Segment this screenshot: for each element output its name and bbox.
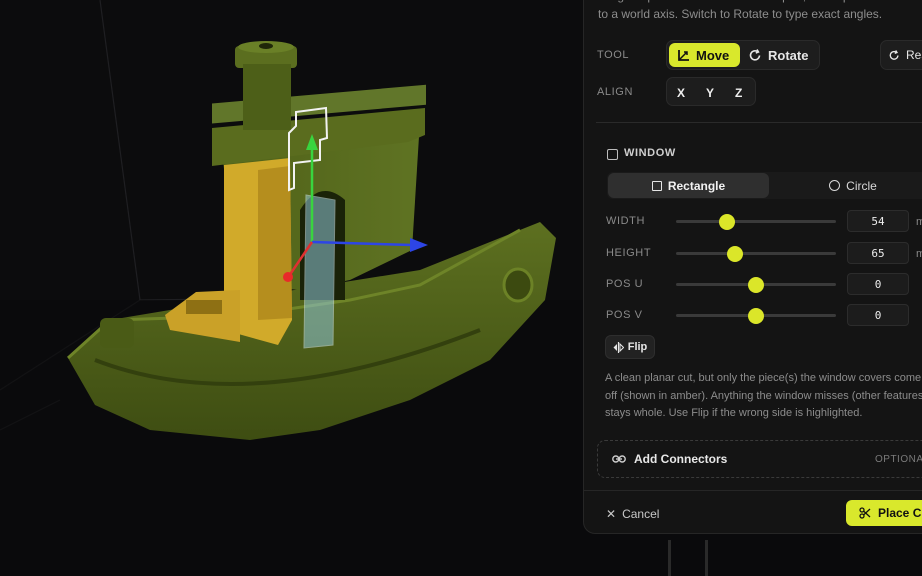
pos-v-label: POS V xyxy=(606,309,643,321)
circle-label: Circle xyxy=(846,178,877,193)
rectangle-shape-button[interactable]: Rectangle xyxy=(608,173,769,198)
cancel-label: Cancel xyxy=(622,507,660,521)
height-label: HEIGHT xyxy=(606,247,652,259)
add-connectors-label: Add Connectors xyxy=(634,452,728,466)
align-label: ALIGN xyxy=(597,86,634,98)
shape-toggle-group: Rectangle Circle xyxy=(607,172,922,199)
pos-u-label: POS U xyxy=(606,278,644,290)
width-slider-thumb[interactable] xyxy=(719,214,736,230)
move-icon xyxy=(677,49,690,62)
move-label: Move xyxy=(696,47,730,63)
scissors-icon xyxy=(859,507,871,519)
align-x-button[interactable]: X xyxy=(677,86,685,100)
window-checkbox[interactable] xyxy=(607,149,618,160)
flip-button[interactable]: Flip xyxy=(605,335,655,359)
pos-u-slider[interactable] xyxy=(676,277,836,293)
rotate-label: Rotate xyxy=(768,47,809,63)
panel-dock-handle xyxy=(668,540,708,576)
reset-button[interactable]: Reset xyxy=(880,40,922,70)
align-y-button[interactable]: Y xyxy=(706,86,714,100)
height-slider[interactable] xyxy=(676,246,836,262)
height-input[interactable]: 65 xyxy=(847,242,909,264)
pos-v-slider-thumb[interactable] xyxy=(748,308,764,324)
flip-label: Flip xyxy=(627,341,648,353)
move-button[interactable]: Move xyxy=(669,43,740,67)
align-axis-group: X Y Z xyxy=(666,77,756,106)
pos-v-slider[interactable] xyxy=(676,308,836,324)
circle-shape-button[interactable]: Circle xyxy=(773,173,922,198)
link-icon xyxy=(612,453,626,465)
width-label: WIDTH xyxy=(606,215,646,227)
close-icon: ✕ xyxy=(606,507,617,521)
pos-v-input[interactable]: 0 xyxy=(847,304,909,326)
height-slider-thumb[interactable] xyxy=(727,246,744,262)
width-unit: mm xyxy=(916,216,922,228)
place-cut-label: Place Cut xyxy=(878,506,922,520)
cancel-button[interactable]: ✕ Cancel xyxy=(606,504,659,524)
cut-settings-panel: Drag the plane handles in the viewport, … xyxy=(583,0,922,534)
section-divider xyxy=(596,122,922,123)
panel-hint: Drag the plane handles in the viewport, … xyxy=(598,0,922,21)
window-label: WINDOW xyxy=(624,147,676,159)
pos-u-slider-thumb[interactable] xyxy=(748,277,764,293)
reset-label: Reset xyxy=(906,48,922,62)
circle-icon xyxy=(829,180,841,191)
tool-toggle-group: Move Rotate xyxy=(666,40,820,70)
window-description: A clean planar cut, but only the piece(s… xyxy=(605,372,922,419)
footer-divider xyxy=(584,490,922,491)
place-cut-button[interactable]: Place Cut xyxy=(846,500,922,526)
optional-tag: OPTIONAL xyxy=(875,454,922,465)
rectangle-label: Rectangle xyxy=(667,178,726,193)
height-unit: mm xyxy=(916,248,922,260)
width-input[interactable]: 54 xyxy=(847,210,909,232)
flip-icon xyxy=(613,341,624,353)
add-connectors-row[interactable]: Add Connectors OPTIONAL xyxy=(597,440,922,478)
rotate-icon xyxy=(749,48,762,62)
tool-label: TOOL xyxy=(597,49,630,61)
reset-icon xyxy=(889,49,900,61)
pos-u-input[interactable]: 0 xyxy=(847,273,909,295)
align-z-button[interactable]: Z xyxy=(735,86,742,100)
width-slider[interactable] xyxy=(676,214,836,230)
rotate-button[interactable]: Rotate xyxy=(749,43,819,67)
square-icon xyxy=(651,180,662,191)
